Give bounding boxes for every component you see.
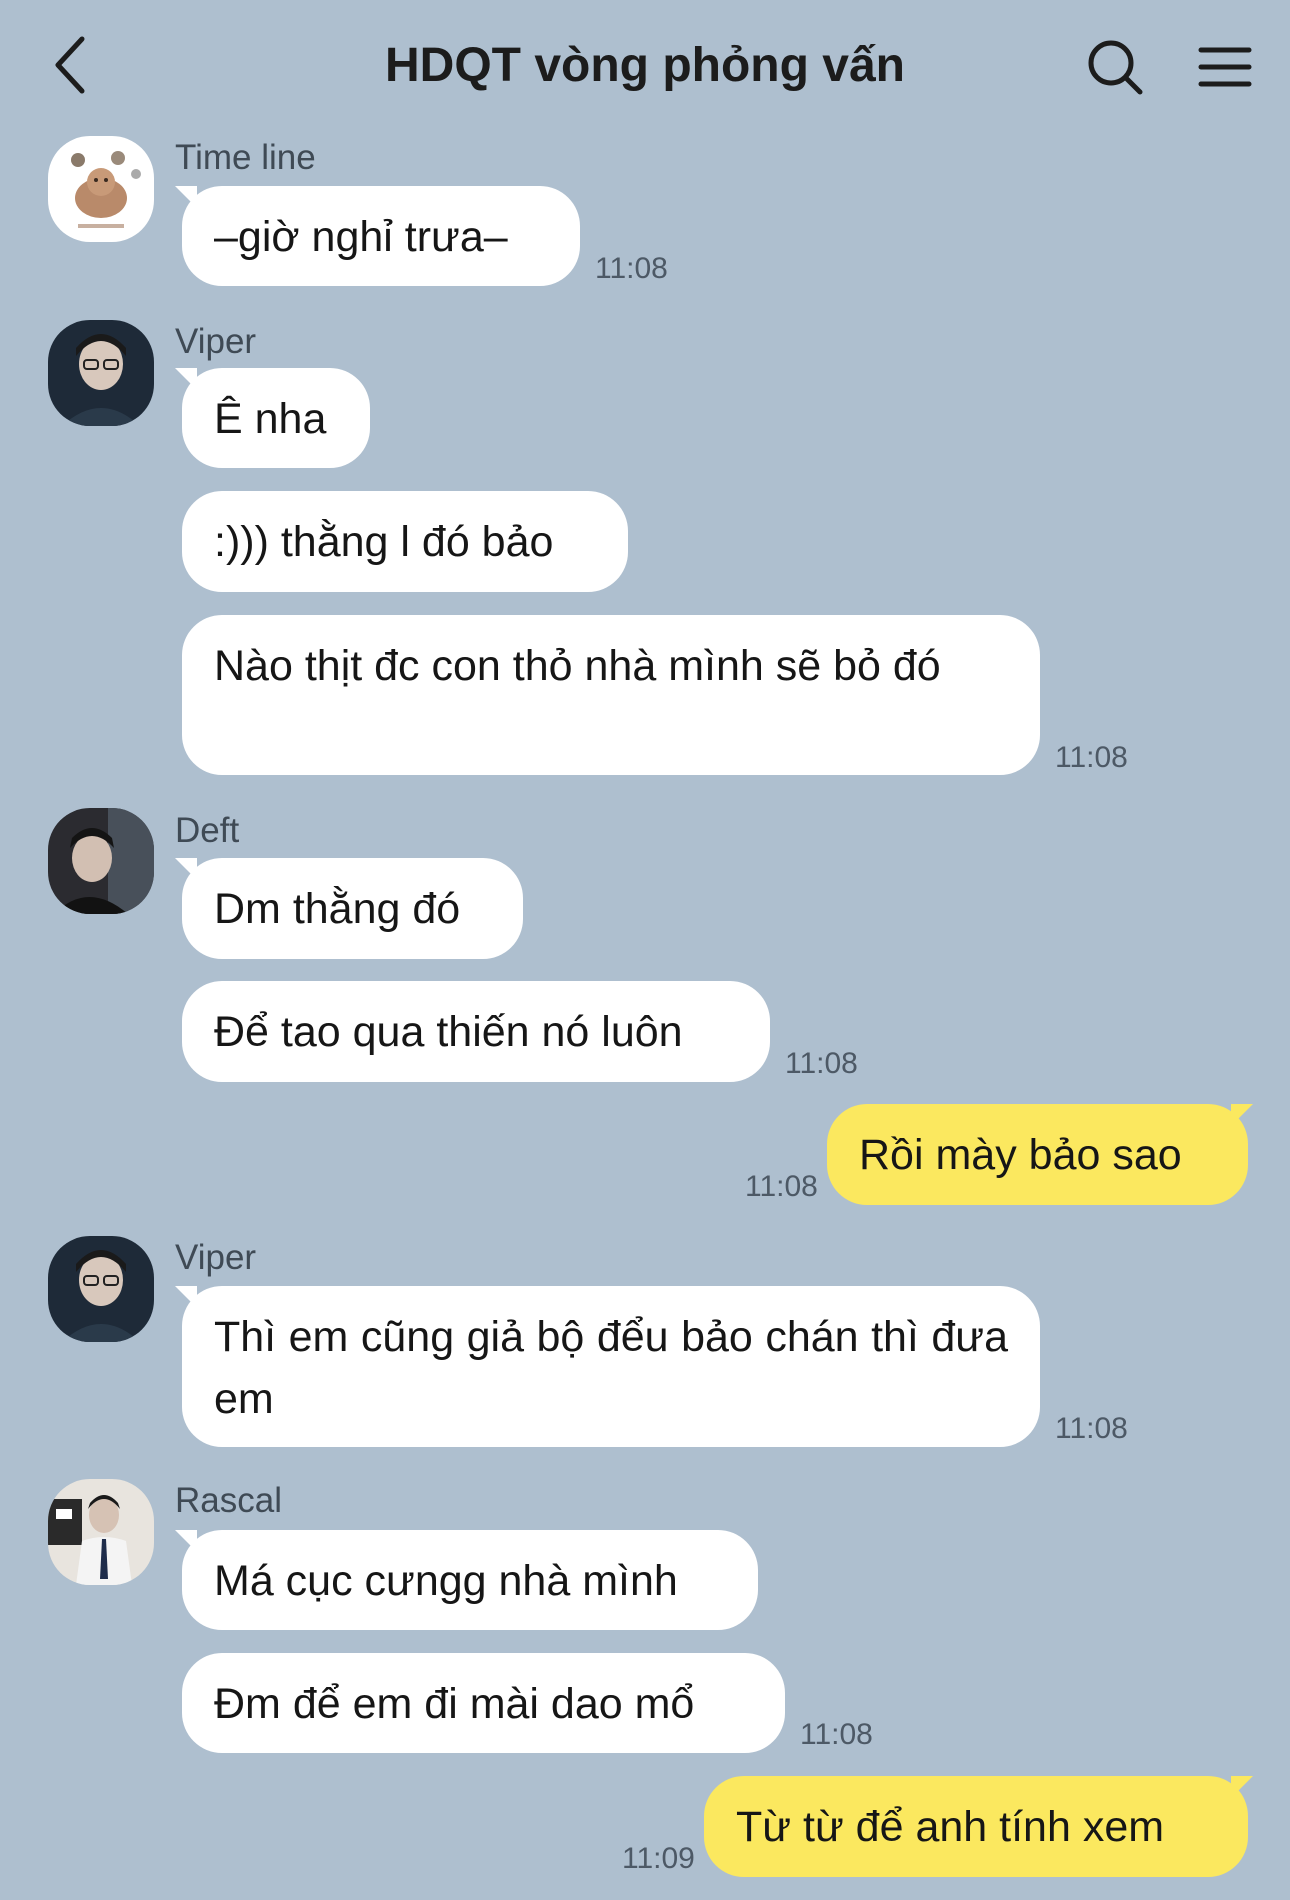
message-time: 11:08: [785, 1047, 858, 1080]
message-bubble[interactable]: Đm để em đi mài dao mổ: [182, 1653, 785, 1753]
chevron-left-icon: [55, 36, 85, 94]
message-bubble[interactable]: Để tao qua thiến nó luôn: [182, 981, 770, 1082]
chat-header: HDQT vòng phỏng vấn: [0, 0, 1290, 130]
message-time: 11:08: [1055, 1412, 1128, 1445]
message-time: 11:09: [622, 1842, 695, 1875]
message-bubble[interactable]: Dm thằng đó: [182, 858, 523, 959]
sender-name: Rascal: [175, 1481, 282, 1520]
search-icon: [1088, 40, 1143, 95]
message-time: 11:08: [800, 1718, 873, 1751]
chat-title: HDQT vòng phỏng vấn: [385, 39, 905, 92]
message-time: 11:08: [1055, 741, 1128, 774]
message-time: 11:08: [595, 252, 668, 285]
sender-name: Viper: [175, 1238, 257, 1277]
avatar-time-line[interactable]: [48, 136, 154, 242]
my-message-bubble[interactable]: Từ từ để anh tính xem: [704, 1776, 1248, 1877]
back-button[interactable]: [40, 30, 100, 100]
bubble-tail: [1231, 1776, 1253, 1798]
sender-name: Time line: [175, 138, 316, 177]
menu-button[interactable]: [1190, 32, 1260, 102]
message-bubble[interactable]: :))) thằng l đó bảo: [182, 491, 628, 592]
avatar-deft[interactable]: [48, 808, 154, 914]
my-message-bubble[interactable]: Rồi mày bảo sao: [827, 1104, 1248, 1205]
message-bubble[interactable]: Ê nha: [182, 368, 370, 468]
message-bubble[interactable]: Nào thịt đc con thỏ nhà mình sẽ bỏ đó: [182, 615, 1040, 775]
bubble-tail: [1231, 1104, 1253, 1126]
avatar-viper[interactable]: [48, 320, 154, 426]
avatar-rascal[interactable]: [48, 1479, 154, 1585]
message-time: 11:08: [745, 1170, 818, 1203]
avatar-viper[interactable]: [48, 1236, 154, 1342]
message-bubble[interactable]: –giờ nghỉ trưa–: [182, 186, 580, 286]
search-button[interactable]: [1080, 32, 1150, 102]
hamburger-menu-icon: [1198, 47, 1252, 87]
sender-name: Viper: [175, 322, 257, 361]
message-bubble[interactable]: Thì em cũng giả bộ đểu bảo chán thì đưa …: [182, 1286, 1040, 1447]
message-bubble[interactable]: Má cục cưngg nhà mình: [182, 1530, 758, 1630]
sender-name: Deft: [175, 811, 240, 850]
